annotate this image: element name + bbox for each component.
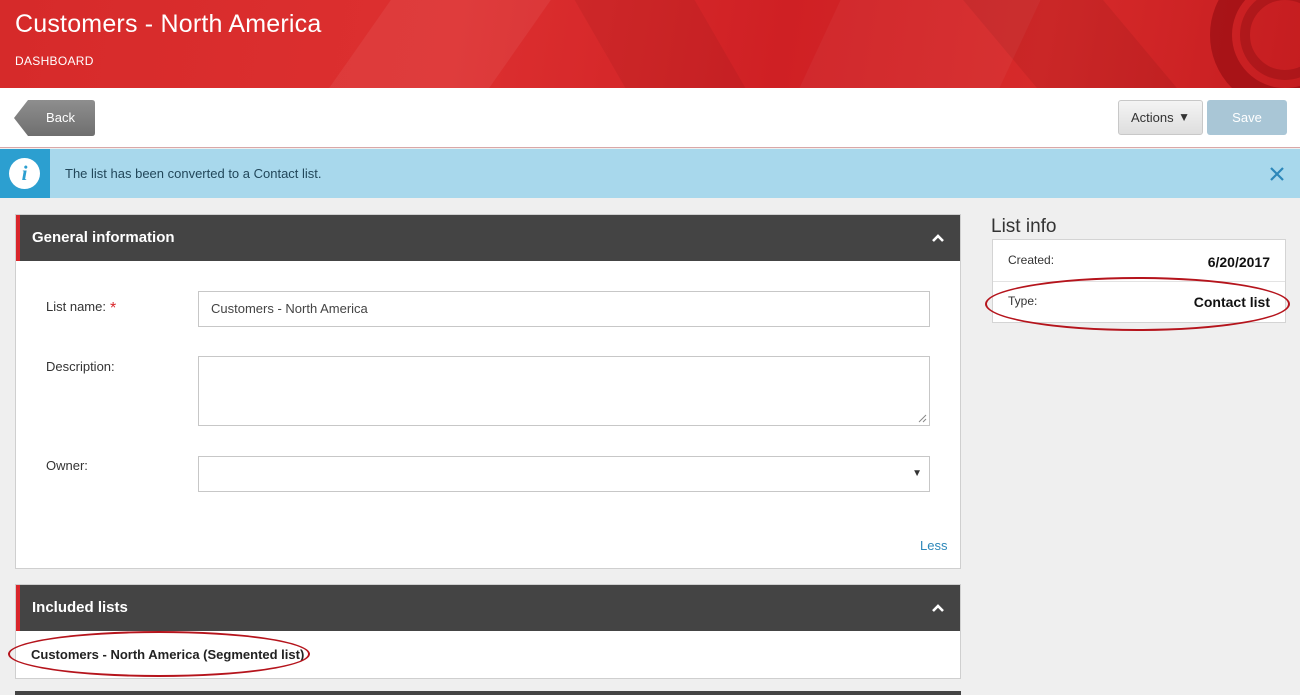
included-lists-header[interactable]: Included lists [16,585,960,631]
description-textarea[interactable] [198,356,930,426]
owner-label: Owner: [46,458,88,473]
info-icon: i [9,158,40,189]
header-decoration [574,0,746,88]
toolbar: Back Actions ▼ Save [0,88,1300,148]
save-button[interactable]: Save [1207,100,1287,135]
alert-message: The list has been converted to a Contact… [65,166,322,181]
close-icon[interactable] [1266,163,1288,185]
breadcrumb-dashboard[interactable]: DASHBOARD [15,54,94,68]
required-asterisk: * [109,300,117,317]
header-decoration [329,0,551,88]
dropdown-arrow-icon: ▼ [912,468,922,479]
info-alert: i The list has been converted to a Conta… [0,149,1300,198]
chevron-up-icon[interactable] [930,231,946,245]
panel-title: Included lists [32,599,128,616]
description-label: Description: [46,359,115,374]
list-name-label-text: List name: [46,299,106,314]
back-button[interactable]: Back [14,100,95,136]
list-name-input[interactable]: Customers - North America [198,291,930,327]
actions-dropdown-button[interactable]: Actions ▼ [1118,100,1203,135]
owner-select[interactable]: ▼ [198,456,930,492]
list-info-title: List info [991,216,1057,237]
highlight-annotation [8,631,310,677]
page-title: Customers - North America [15,10,322,38]
less-link[interactable]: Less [920,538,947,553]
back-button-label: Back [46,110,75,125]
list-name-label: List name: * [46,298,117,317]
general-information-panel: General information List name: * Customer… [15,214,961,569]
actions-label: Actions [1131,110,1174,125]
panel-title: General information [32,229,175,246]
resize-grip-icon[interactable] [918,414,927,423]
created-value: 6/20/2017 [1207,254,1270,270]
general-information-header[interactable]: General information [16,215,960,261]
next-panel-edge [15,691,961,695]
caret-down-icon: ▼ [1178,110,1190,124]
chevron-up-icon[interactable] [930,601,946,615]
highlight-annotation [985,277,1290,331]
created-label: Created: [1008,253,1055,267]
app-header: Customers - North America DASHBOARD [0,0,1300,88]
info-row-created: Created: 6/20/2017 [993,240,1285,282]
info-icon-container: i [0,149,50,198]
